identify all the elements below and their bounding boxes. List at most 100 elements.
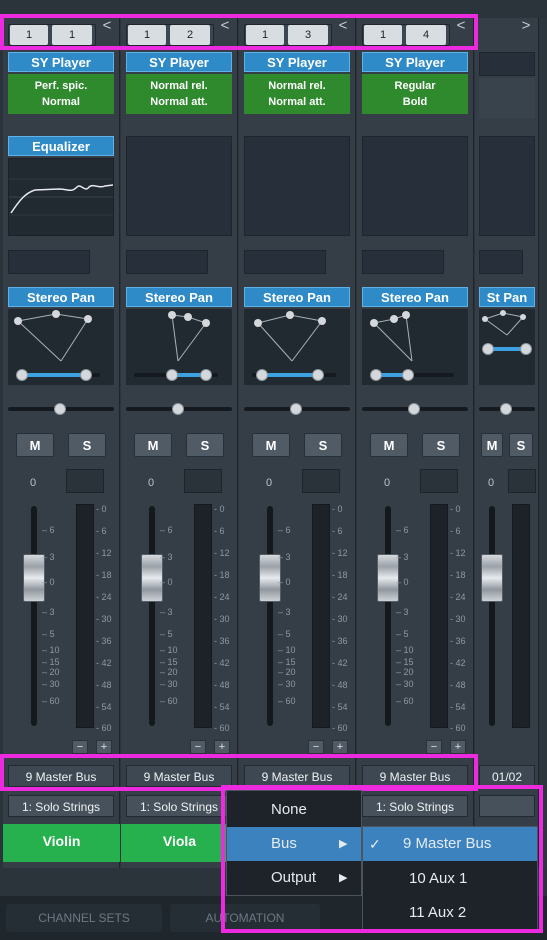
pan-left-handle[interactable] [370, 369, 382, 381]
stereo-pan-display-2[interactable] [126, 309, 232, 385]
peak-display-3[interactable] [302, 469, 340, 493]
send-slot-5[interactable] [479, 250, 523, 274]
meter-scale-label: - 30 [332, 614, 348, 624]
channel-name-1[interactable]: Violin [3, 824, 120, 862]
player-plugin-2[interactable]: SY Player [126, 52, 232, 72]
pan-slider-handle[interactable] [172, 403, 184, 415]
fader-scale-label: – 30 [278, 679, 296, 689]
meter-plus-button[interactable]: + [332, 740, 348, 754]
meter-scale-label: - 6 [332, 526, 343, 536]
player-plugin-3[interactable]: SY Player [244, 52, 350, 72]
fader-scale-label: – 6 [278, 525, 291, 535]
peak-display-1[interactable] [66, 469, 104, 493]
meter-minus-button[interactable]: − [308, 740, 324, 754]
volume-fader-track[interactable] [149, 506, 155, 726]
mute-button-3[interactable]: M [252, 433, 290, 457]
fader-scale-label: – 15 [278, 657, 296, 667]
fader-scale-label: – 5 [42, 629, 55, 639]
player-plugin-1[interactable]: SY Player [8, 52, 114, 72]
pan-right-handle[interactable] [402, 369, 414, 381]
solo-button-5[interactable]: S [509, 433, 533, 457]
send-slot-3[interactable] [244, 250, 326, 274]
articulation-display-4[interactable]: Regular Bold [362, 74, 468, 114]
source-button-2[interactable]: 1: Solo Strings [126, 795, 232, 817]
articulation-display-2[interactable]: Normal rel. Normal att. [126, 74, 232, 114]
mute-button-4[interactable]: M [370, 433, 408, 457]
stereo-pan-plugin-5[interactable]: St Pan [479, 287, 535, 307]
stereo-pan-plugin-3[interactable]: Stereo Pan [244, 287, 350, 307]
pan-right-handle[interactable] [80, 369, 92, 381]
articulation-display-5 [479, 78, 535, 118]
meter-scale-label: - 12 [332, 548, 348, 558]
pan-left-handle[interactable] [16, 369, 28, 381]
meter-scale-label: - 12 [96, 548, 112, 558]
insert-slot-2[interactable] [126, 136, 232, 236]
expand-right-icon[interactable]: > [520, 18, 532, 34]
pan-slider-handle[interactable] [408, 403, 420, 415]
stereo-pan-display-3[interactable] [244, 309, 350, 385]
insert-slot-5[interactable] [479, 136, 535, 236]
send-slot-4[interactable] [362, 250, 444, 274]
meter-scale-label: - 18 [332, 570, 348, 580]
fader-scale-label: – 3 [42, 552, 55, 562]
peak-display-5[interactable] [508, 469, 536, 493]
stereo-pan-display-4[interactable] [362, 309, 468, 385]
source-button-1[interactable]: 1: Solo Strings [8, 795, 114, 817]
fader-scale-label: – 3 [42, 607, 55, 617]
meter-plus-button[interactable]: + [96, 740, 112, 754]
stereo-pan-display-5[interactable] [479, 309, 535, 385]
solo-button-3[interactable]: S [304, 433, 342, 457]
player-plugin-slot-5[interactable] [479, 52, 535, 76]
level-meter [312, 504, 330, 728]
meter-minus-button[interactable]: − [190, 740, 206, 754]
volume-fader-track[interactable] [31, 506, 37, 726]
mute-button-2[interactable]: M [134, 433, 172, 457]
tab-channel-sets[interactable]: CHANNEL SETS [6, 904, 162, 932]
meter-scale-label: - 24 [96, 592, 112, 602]
insert-plugin-equalizer[interactable]: Equalizer [8, 136, 114, 156]
insert-slot-3[interactable] [244, 136, 350, 236]
solo-button-4[interactable]: S [422, 433, 460, 457]
stereo-pan-plugin-2[interactable]: Stereo Pan [126, 287, 232, 307]
insert-slot-4[interactable] [362, 136, 468, 236]
pan-right-handle[interactable] [200, 369, 212, 381]
solo-button-2[interactable]: S [186, 433, 224, 457]
volume-fader-handle[interactable] [481, 554, 503, 602]
stereo-pan-plugin-4[interactable]: Stereo Pan [362, 287, 468, 307]
equalizer-curve[interactable] [8, 158, 114, 236]
meter-plus-button[interactable]: + [214, 740, 230, 754]
meter-scale-label: - 0 [332, 504, 343, 514]
pan-slider-handle[interactable] [54, 403, 66, 415]
articulation-display-3[interactable]: Normal rel. Normal att. [244, 74, 350, 114]
peak-display-2[interactable] [184, 469, 222, 493]
pan-left-handle[interactable] [256, 369, 268, 381]
meter-plus-button[interactable]: + [450, 740, 466, 754]
mute-button-5[interactable]: M [481, 433, 503, 457]
peak-display-4[interactable] [420, 469, 458, 493]
send-slot-2[interactable] [126, 250, 208, 274]
mute-button-1[interactable]: M [16, 433, 54, 457]
stereo-pan-plugin-1[interactable]: Stereo Pan [8, 287, 114, 307]
pan-right-handle[interactable] [520, 343, 532, 355]
solo-button-1[interactable]: S [68, 433, 106, 457]
articulation-line: Perf. spic. [34, 80, 88, 92]
articulation-line: Bold [402, 96, 428, 108]
pan-slider-handle[interactable] [500, 403, 512, 415]
pan-left-handle[interactable] [482, 343, 494, 355]
meter-minus-button[interactable]: − [72, 740, 88, 754]
stereo-pan-display-1[interactable] [8, 309, 114, 385]
volume-fader-track[interactable] [385, 506, 391, 726]
meter-minus-button[interactable]: − [426, 740, 442, 754]
output-bus-button-5[interactable]: 01/02 [479, 765, 535, 787]
fader-scale-label: – 6 [42, 525, 55, 535]
articulation-display-1[interactable]: Perf. spic. Normal [8, 74, 114, 114]
pan-slider-handle[interactable] [290, 403, 302, 415]
pan-right-handle[interactable] [312, 369, 324, 381]
pan-graph-icon [370, 311, 413, 362]
send-slot-1[interactable] [8, 250, 90, 274]
player-plugin-4[interactable]: SY Player [362, 52, 468, 72]
pan-left-handle[interactable] [166, 369, 178, 381]
volume-fader-track[interactable] [489, 506, 495, 726]
fader-scale-label: – 10 [396, 645, 414, 655]
volume-fader-track[interactable] [267, 506, 273, 726]
